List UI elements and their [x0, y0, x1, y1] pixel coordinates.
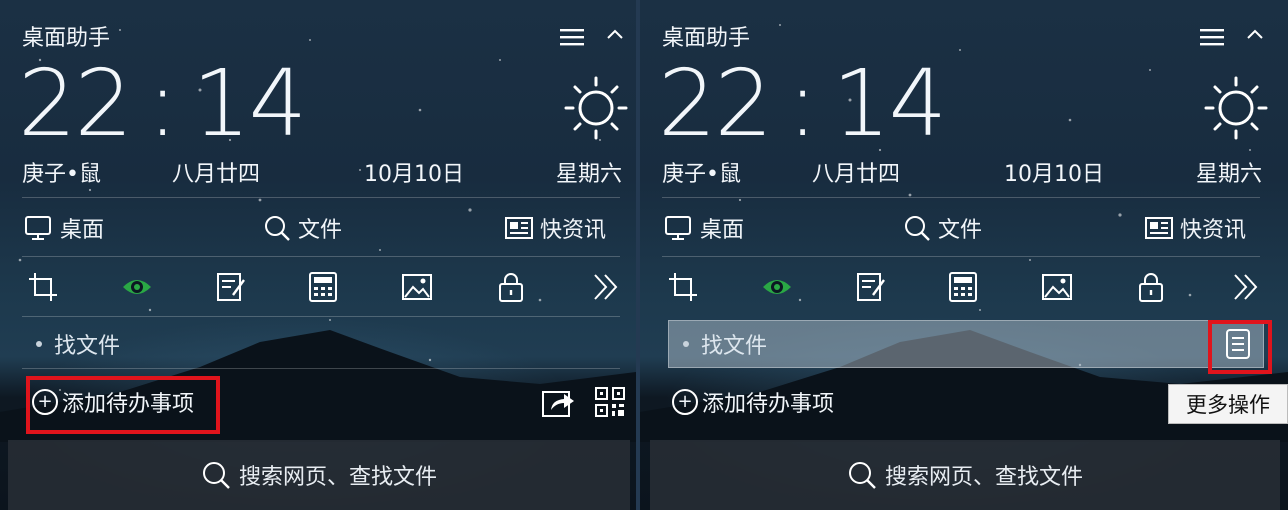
image-tool[interactable]	[1040, 270, 1074, 304]
todo-item-label: 找文件	[54, 334, 121, 359]
nav-news[interactable]: 快资讯	[504, 212, 606, 244]
double-chevron-right-icon	[594, 274, 618, 300]
sun-icon	[1204, 76, 1268, 140]
nav-desktop[interactable]: 桌面	[664, 212, 744, 244]
clock-time: 22:14	[658, 50, 947, 157]
bullet-icon	[683, 341, 689, 347]
zodiac-year: 庚子•鼠	[22, 162, 101, 187]
chevron-up-icon[interactable]	[605, 26, 625, 42]
plus-circle-icon: +	[672, 389, 698, 415]
menu-icon[interactable]	[1200, 28, 1224, 46]
lock-tool[interactable]	[1134, 270, 1168, 304]
calculator-icon	[309, 272, 337, 302]
clock-hours: 22	[18, 50, 133, 157]
assistant-widget-before: 桌面助手 22:14 庚子•鼠 八月廿四 10月10日 星期六 桌面 文件 快资…	[0, 0, 636, 510]
calculator-icon	[949, 272, 977, 302]
menu-icon[interactable]	[560, 28, 584, 46]
search-bar[interactable]: 搜索网页、查找文件	[8, 440, 630, 510]
todo-item-label: 找文件	[701, 334, 768, 359]
nav-desktop[interactable]: 桌面	[24, 212, 104, 244]
nav-desktop-label: 桌面	[700, 218, 745, 243]
search-icon	[905, 216, 930, 241]
search-icon	[202, 462, 230, 489]
weekday: 星期六	[1196, 162, 1263, 187]
highlight-box	[26, 376, 220, 434]
solar-date: 10月10日	[364, 162, 464, 187]
widget-title: 桌面助手	[22, 26, 111, 51]
nav-desktop-label: 桌面	[60, 218, 105, 243]
weekday: 星期六	[556, 162, 623, 187]
clock-time: 22:14	[18, 50, 307, 157]
nav-file-label: 文件	[938, 218, 983, 243]
image-tool[interactable]	[400, 270, 434, 304]
qr-code-icon[interactable]	[594, 386, 626, 418]
note-tool[interactable]	[854, 270, 888, 304]
eye-tool[interactable]	[760, 270, 794, 304]
image-icon	[402, 274, 432, 300]
lunar-date: 八月廿四	[812, 162, 901, 187]
nav-file[interactable]: 文件	[902, 212, 982, 244]
divider	[22, 316, 620, 317]
news-icon	[1145, 217, 1173, 239]
search-placeholder: 搜索网页、查找文件	[884, 465, 1083, 490]
nav-news[interactable]: 快资讯	[1144, 212, 1246, 244]
search-icon	[848, 462, 876, 489]
lock-icon	[499, 273, 523, 302]
bullet-icon	[36, 341, 42, 347]
crop-tool[interactable]	[26, 270, 60, 304]
search-icon	[265, 216, 290, 241]
search-bar[interactable]: 搜索网页、查找文件	[650, 440, 1280, 510]
nav-file[interactable]: 文件	[262, 212, 342, 244]
clock-minutes: 14	[832, 50, 947, 157]
eye-icon	[763, 280, 791, 294]
add-todo-label: 添加待办事项	[702, 392, 835, 417]
more-tools[interactable]	[588, 270, 622, 304]
more-tools[interactable]	[1228, 270, 1262, 304]
divider	[662, 197, 1260, 198]
eye-icon	[123, 280, 151, 294]
note-tool[interactable]	[214, 270, 248, 304]
crop-tool[interactable]	[666, 270, 700, 304]
lock-tool[interactable]	[494, 270, 528, 304]
calculator-tool[interactable]	[946, 270, 980, 304]
clock-minutes: 14	[192, 50, 307, 157]
lunar-date: 八月廿四	[172, 162, 261, 187]
more-actions-tooltip: 更多操作	[1168, 384, 1288, 424]
divider	[22, 368, 620, 369]
monitor-icon	[665, 216, 691, 240]
nav-news-label: 快资讯	[540, 218, 607, 243]
note-edit-icon	[857, 273, 885, 301]
divider	[662, 256, 1260, 257]
divider	[22, 197, 620, 198]
clock-hours: 22	[658, 50, 773, 157]
nav-news-label: 快资讯	[1180, 218, 1247, 243]
solar-date: 10月10日	[1004, 162, 1104, 187]
monitor-icon	[25, 216, 51, 240]
search-placeholder: 搜索网页、查找文件	[238, 465, 437, 490]
lock-icon	[1139, 273, 1163, 302]
todo-item-hovered[interactable]: 找文件	[668, 320, 1264, 368]
highlight-box	[1208, 320, 1272, 374]
todo-item[interactable]: 找文件	[22, 320, 616, 368]
nav-file-label: 文件	[298, 218, 343, 243]
calculator-tool[interactable]	[306, 270, 340, 304]
zodiac-year: 庚子•鼠	[662, 162, 741, 187]
news-icon	[505, 217, 533, 239]
sun-icon	[564, 76, 628, 140]
assistant-widget-after: 桌面助手 22:14 庚子•鼠 八月廿四 10月10日 星期六 桌面 文件 快资…	[640, 0, 1288, 510]
chevron-up-icon[interactable]	[1245, 26, 1265, 42]
widget-title: 桌面助手	[662, 26, 751, 51]
note-edit-icon	[217, 273, 245, 301]
crop-icon	[29, 273, 57, 301]
crop-icon	[669, 273, 697, 301]
double-chevron-right-icon	[1234, 274, 1258, 300]
share-icon[interactable]	[542, 388, 576, 418]
image-icon	[1042, 274, 1072, 300]
add-todo-button[interactable]: + 添加待办事项	[672, 386, 834, 418]
divider	[22, 256, 620, 257]
eye-tool[interactable]	[120, 270, 154, 304]
